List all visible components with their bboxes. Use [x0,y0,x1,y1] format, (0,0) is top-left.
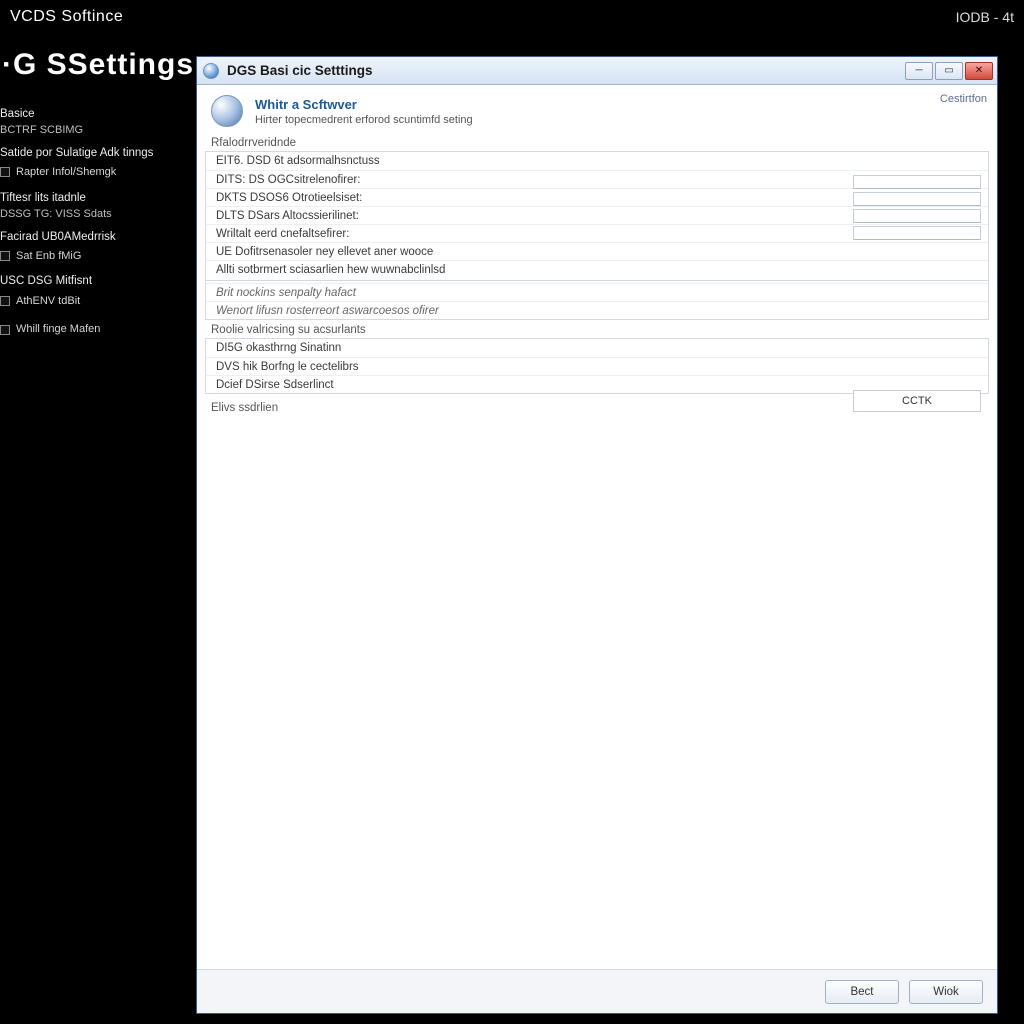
settings-row[interactable]: DVS hik Borfng le cectelibrs [206,357,988,375]
sidebar-group-header: Satide por Sulatige Adk tinngs [0,147,190,160]
sidebar-item[interactable]: Sat Enb fMiG [0,247,190,266]
checkbox-icon[interactable] [0,167,10,177]
checkbox-icon[interactable] [0,296,10,306]
sidebar-group-sub: DSSG TG: VISS Sdats [0,208,190,221]
settings-row[interactable]: Allti sotbrmert sciasarlien hew wuwnabcl… [206,260,988,278]
sidebar-item[interactable]: Whill finge Mafen [0,320,190,339]
header-subtitle: Hirter topecmedrent erforod scuntimfd se… [255,114,473,126]
sidebar-group-sub: BCTRF SCBIMG [0,124,190,137]
settings-subrow: Wenort lifusn rosterreort aswarcoesos of… [206,301,988,319]
topbar-code: IODB - 4t [956,9,1014,25]
dialog-footer: Bect Wiok [197,969,997,1013]
sidebar-item[interactable]: AthENV tdBit [0,292,190,311]
sidebar: Basice BCTRF SCBIMG Satide por Sulatige Ad… [0,108,190,349]
back-button[interactable]: Bect [825,980,899,1004]
checkbox-icon[interactable] [0,325,10,335]
settings-panel-2: DI5G okasthrng SinatinnDVS hik Borfng le… [205,338,989,394]
value-field[interactable] [853,209,981,223]
status-chip[interactable]: CCTK [853,390,981,412]
sidebar-group-header: Tiftesr lits itadnle [0,192,190,205]
value-field[interactable] [853,192,981,206]
settings-row[interactable]: EIT6. DSD 6t adsormalhsnctuss [206,152,988,170]
close-button[interactable]: ✕ [965,62,993,80]
header-title: Whitr a Scftwver [255,97,473,112]
page-title: ·G SSettings › [0,48,212,82]
next-button[interactable]: Wiok [909,980,983,1004]
dialog-window: DGS Basi cic Setttings ─ ▭ ✕ Cestirtfon … [196,56,998,1014]
sidebar-item-label: AthENV tdBit [16,295,80,308]
section-2-label: Roolie valricsing su acsurlants [197,320,997,338]
sidebar-item-label: Rapter Infol/Shemgk [16,166,116,179]
value-fields [853,175,981,240]
settings-row[interactable]: DI5G okasthrng Sinatinn [206,339,988,357]
page-title-text: ·G SSettings [2,48,194,82]
value-field[interactable] [853,226,981,240]
dialog-body: Cestirtfon Whitr a Scftwver Hirter topec… [197,85,997,969]
settings-subrow: Brit nockins senpalty hafact [206,283,988,301]
sidebar-group-header: Facirad UB0AMedrrisk [0,231,190,244]
minimize-button[interactable]: ─ [905,62,933,80]
dialog-titlebar[interactable]: DGS Basi cic Setttings ─ ▭ ✕ [197,57,997,85]
app-icon [203,63,219,79]
settings-row[interactable]: UE Dofitrsenasoler ney ellevet aner wooc… [206,242,988,260]
checkbox-icon[interactable] [0,251,10,261]
dialog-title: DGS Basi cic Setttings [227,63,373,78]
value-field[interactable] [853,175,981,189]
corner-link[interactable]: Cestirtfon [940,93,987,105]
section-1-label: Rfalodrrveridnde [197,133,997,151]
sidebar-group-header: Basice [0,108,190,121]
sidebar-item-label: Sat Enb fMiG [16,250,81,263]
sidebar-item[interactable]: Rapter Infol/Shemgk [0,163,190,182]
maximize-button[interactable]: ▭ [935,62,963,80]
app-title: VCDS Softince [10,8,123,26]
sidebar-group-header: USC DSG Mitfisnt [0,275,190,288]
globe-icon [211,95,243,127]
sidebar-item-label: Whill finge Mafen [16,323,100,336]
